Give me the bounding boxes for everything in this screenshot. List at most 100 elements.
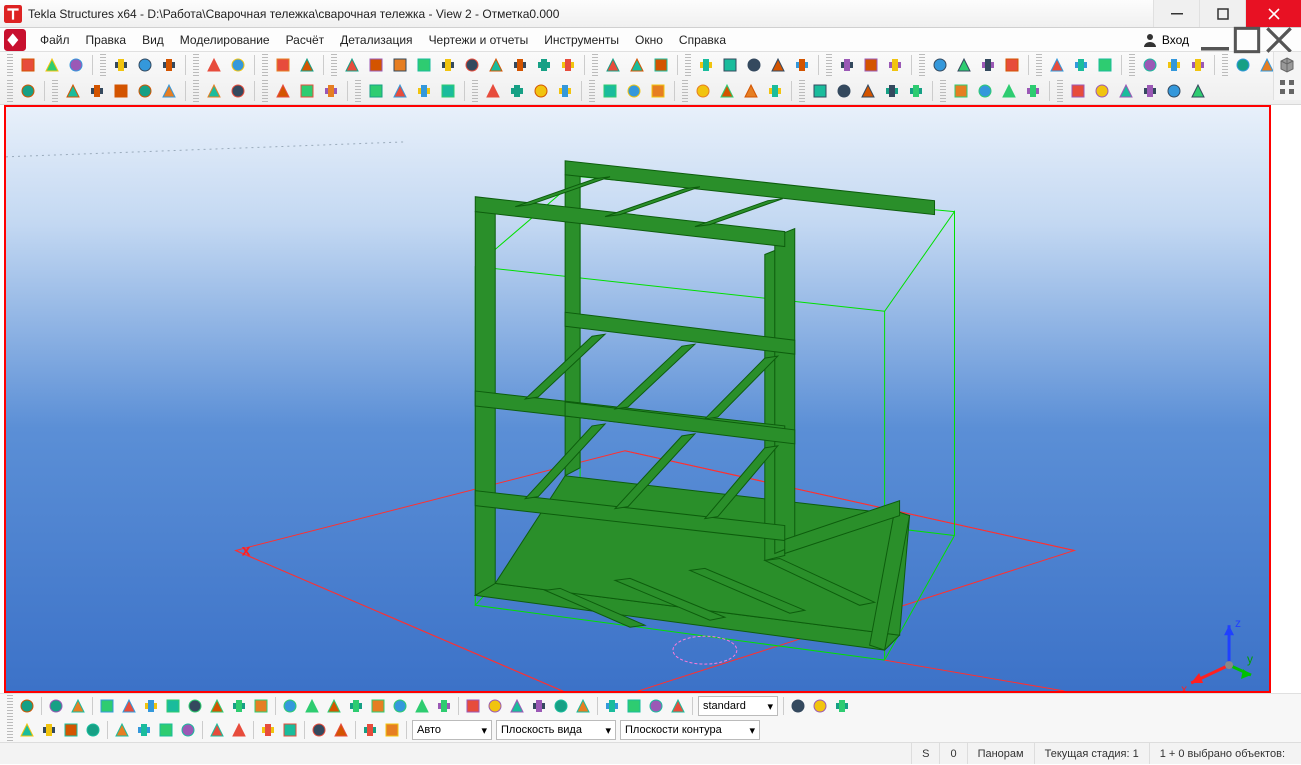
tb1-tool1-icon[interactable]	[1232, 54, 1254, 76]
tb2-n4-icon[interactable]	[998, 80, 1020, 102]
tb2-j1-icon[interactable]	[764, 80, 786, 102]
btb2-c8-icon[interactable]	[178, 720, 198, 740]
minimize-button[interactable]	[1153, 0, 1199, 27]
btb2-c16-icon[interactable]	[382, 720, 402, 740]
tb2-curve-icon[interactable]	[506, 80, 528, 102]
menu-окно[interactable]: Окно	[627, 30, 671, 50]
btb1-b24-icon[interactable]	[646, 696, 666, 716]
tb1-truck-icon[interactable]	[1163, 54, 1185, 76]
menu-моделирование[interactable]: Моделирование	[172, 30, 278, 50]
menu-инструменты[interactable]: Инструменты	[536, 30, 627, 50]
tb1-undo-icon[interactable]	[272, 54, 294, 76]
btb1-b6-icon[interactable]	[229, 696, 249, 716]
tb2-beam3-icon[interactable]	[110, 80, 132, 102]
menu-детализация[interactable]: Детализация	[332, 30, 420, 50]
maximize-button[interactable]	[1199, 0, 1245, 27]
btb1-b16-icon[interactable]	[463, 696, 483, 716]
contour-combo[interactable]: Плоскости контура▾	[620, 720, 760, 740]
tb1-paste2-icon[interactable]	[533, 54, 555, 76]
tb2-n10-icon[interactable]	[1163, 80, 1185, 102]
btb1-b25-icon[interactable]	[668, 696, 688, 716]
btb1-b5-icon[interactable]	[207, 696, 227, 716]
tb2-n8-icon[interactable]	[1115, 80, 1137, 102]
tb2-j5-icon[interactable]	[881, 80, 903, 102]
btb1-b15-icon[interactable]	[434, 696, 454, 716]
btb1-tree-icon[interactable]	[46, 696, 66, 716]
tb2-n11-icon[interactable]	[1187, 80, 1209, 102]
tb2-strip-icon[interactable]	[365, 80, 387, 102]
tb2-spline-icon[interactable]	[530, 80, 552, 102]
tb1-save-icon[interactable]	[65, 54, 87, 76]
menu-вид[interactable]: Вид	[134, 30, 172, 50]
btb1-b20-icon[interactable]	[551, 696, 571, 716]
btb2-c6-icon[interactable]	[134, 720, 154, 740]
btb1-b19-icon[interactable]	[529, 696, 549, 716]
tb2-s2-icon[interactable]	[413, 80, 435, 102]
tb2-j4-icon[interactable]	[857, 80, 879, 102]
tb1-redo-icon[interactable]	[296, 54, 318, 76]
app-restore-button[interactable]	[1233, 30, 1261, 50]
tb1-poly-icon[interactable]	[389, 54, 411, 76]
btb1-b9-icon[interactable]	[302, 696, 322, 716]
tb1-rects-icon[interactable]	[437, 54, 459, 76]
tb1-new-icon[interactable]	[17, 54, 39, 76]
close-button[interactable]	[1245, 0, 1301, 27]
btb1-b21-icon[interactable]	[573, 696, 593, 716]
tb2-s1-icon[interactable]	[389, 80, 411, 102]
tb1-layers-icon[interactable]	[203, 54, 225, 76]
btb2-c15-icon[interactable]	[360, 720, 380, 740]
tb2-n6-icon[interactable]	[1067, 80, 1089, 102]
btb1-b13-icon[interactable]	[390, 696, 410, 716]
tb2-ptline-icon[interactable]	[647, 80, 669, 102]
btb1-b14-icon[interactable]	[412, 696, 432, 716]
tb1-copy-icon[interactable]	[461, 54, 483, 76]
tb1-db2-icon[interactable]	[1094, 54, 1116, 76]
tb2-pad-icon[interactable]	[320, 80, 342, 102]
tb2-n9-icon[interactable]	[1139, 80, 1161, 102]
side-cube-icon[interactable]	[1276, 56, 1298, 74]
btb1-b22-icon[interactable]	[602, 696, 622, 716]
side-grid-icon[interactable]	[1276, 78, 1298, 96]
tb1-shapes-icon[interactable]	[626, 54, 648, 76]
tb2-conn2-icon[interactable]	[272, 80, 294, 102]
btb1-b17-icon[interactable]	[485, 696, 505, 716]
tb2-dot-icon[interactable]	[623, 80, 645, 102]
tb1-sel2-icon[interactable]	[719, 54, 741, 76]
tb1-catalog-icon[interactable]	[227, 54, 249, 76]
btb2-c7-icon[interactable]	[156, 720, 176, 740]
btb2-c12-icon[interactable]	[280, 720, 300, 740]
tb1-msquare-icon[interactable]	[341, 54, 363, 76]
tb1-paste-icon[interactable]	[509, 54, 531, 76]
btb1-b18-icon[interactable]	[507, 696, 527, 716]
tb1-share-icon[interactable]	[110, 54, 132, 76]
btb1-del-icon[interactable]	[97, 696, 117, 716]
btb2-c10-icon[interactable]	[229, 720, 249, 740]
tb1-user-icon[interactable]	[1187, 54, 1209, 76]
btb1-eye-icon[interactable]	[788, 696, 808, 716]
plane-combo[interactable]: Плоскость вида▾	[496, 720, 616, 740]
btb1-b4-icon[interactable]	[185, 696, 205, 716]
menu-справка[interactable]: Справка	[671, 30, 734, 50]
tb2-n2-icon[interactable]	[950, 80, 972, 102]
btb1-b12-icon[interactable]	[368, 696, 388, 716]
tb1-grid2-icon[interactable]	[860, 54, 882, 76]
tb1-pt3-icon[interactable]	[977, 54, 999, 76]
tb1-grid1-icon[interactable]	[836, 54, 858, 76]
tb2-cube-icon[interactable]	[17, 80, 39, 102]
btb1-b11-icon[interactable]	[346, 696, 366, 716]
menu-файл[interactable]: Файл	[32, 30, 78, 50]
btb1-lock-icon[interactable]	[832, 696, 852, 716]
tb1-sel3-icon[interactable]	[743, 54, 765, 76]
tb2-cut2-icon[interactable]	[599, 80, 621, 102]
tb2-slab-icon[interactable]	[158, 80, 180, 102]
tb1-print-icon[interactable]	[134, 54, 156, 76]
tb1-pt2-icon[interactable]	[953, 54, 975, 76]
btb1-b23-icon[interactable]	[624, 696, 644, 716]
btb1-b1-icon[interactable]	[119, 696, 139, 716]
tb2-n5-icon[interactable]	[1022, 80, 1044, 102]
3d-viewport[interactable]: x	[4, 105, 1271, 693]
tb2-n7-icon[interactable]	[1091, 80, 1113, 102]
tb1-cut-icon[interactable]	[485, 54, 507, 76]
tb2-n1-icon[interactable]	[905, 80, 927, 102]
tb1-rect-icon[interactable]	[413, 54, 435, 76]
